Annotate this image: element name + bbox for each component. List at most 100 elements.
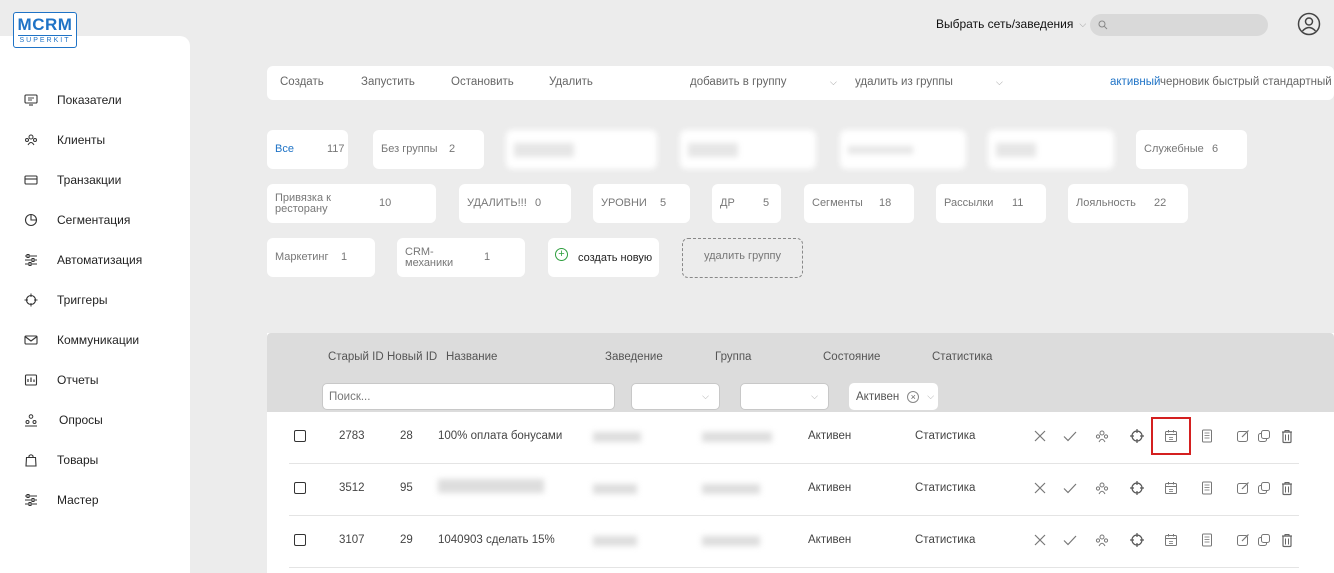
column-header-name[interactable]: Название (446, 351, 497, 363)
group-chip-loyalty[interactable]: Лояльность 22 (1068, 184, 1188, 223)
column-header-new-id[interactable]: Новый ID (387, 351, 437, 363)
create-button[interactable]: Создать (280, 76, 324, 88)
create-group-button[interactable]: + создать новую (548, 238, 659, 277)
add-to-group-select[interactable]: добавить в группу (690, 76, 787, 88)
calendar-icon[interactable] (1163, 532, 1179, 548)
table-row[interactable]: 3107 29 1040903 сделать 15% Активен Стат… (289, 516, 1299, 568)
sidebar-item-dashboard[interactable]: Показатели (24, 90, 122, 110)
cell-name[interactable]: 1040903 сделать 15% (438, 534, 555, 546)
group-chip-service[interactable]: Служебные 6 (1136, 130, 1247, 169)
edit-icon[interactable] (1235, 532, 1251, 548)
status-filter-others[interactable]: черновик быстрый стандартный (1160, 76, 1332, 88)
row-checkbox[interactable] (294, 534, 306, 546)
group-chip-hidden[interactable] (506, 130, 657, 169)
cell-name[interactable] (438, 479, 544, 493)
group-chip-crm-mechanics[interactable]: CRM-механики 1 (397, 238, 525, 277)
group-chip-hidden[interactable] (680, 130, 816, 169)
trash-icon[interactable] (1279, 480, 1295, 496)
crosshair-icon[interactable] (1129, 532, 1145, 548)
start-button[interactable]: Запустить (361, 76, 415, 88)
state-filter-select[interactable]: Активен × ⌵ (849, 383, 938, 410)
column-header-state[interactable]: Состояние (823, 351, 880, 363)
group-chip-birthday[interactable]: ДР 5 (712, 184, 781, 223)
sidebar-item-segmentation[interactable]: Сегментация (24, 210, 130, 230)
users-icon[interactable] (1094, 428, 1110, 444)
trash-icon[interactable] (1279, 532, 1295, 548)
group-chip-levels[interactable]: УРОВНИ 5 (593, 184, 690, 223)
stop-icon[interactable] (1032, 480, 1048, 496)
group-name (514, 142, 574, 157)
table-row[interactable]: 3512 95 Активен Статистика (289, 464, 1299, 516)
delete-button[interactable]: Удалить (549, 76, 593, 88)
stop-button[interactable]: Остановить (451, 76, 514, 88)
sidebar-item-automation[interactable]: Автоматизация (24, 250, 142, 270)
sidebar-item-label: Отчеты (57, 373, 99, 387)
group-name: Сегменты (812, 197, 863, 209)
group-count: 1 (341, 251, 348, 263)
group-chip-all[interactable]: Все 117 (267, 130, 348, 169)
crosshair-icon[interactable] (1129, 428, 1145, 444)
edit-icon[interactable] (1235, 428, 1251, 444)
status-filter-active[interactable]: активный (1110, 76, 1160, 88)
users-icon[interactable] (1094, 532, 1110, 548)
remove-from-group-select[interactable]: удалить из группы (855, 76, 953, 88)
group-name: ДР (720, 197, 735, 209)
cell-new-id: 95 (400, 482, 413, 494)
cell-stats-link[interactable]: Статистика (915, 534, 975, 546)
stop-icon[interactable] (1032, 428, 1048, 444)
group-filter-select[interactable]: ⌵ (740, 383, 829, 410)
sidebar-item-clients[interactable]: Клиенты (24, 130, 105, 150)
check-icon[interactable] (1062, 428, 1078, 444)
table-search-input[interactable]: Поиск... (322, 383, 615, 410)
sidebar-item-wizard[interactable]: Мастер (24, 490, 99, 510)
sidebar-item-reports[interactable]: Отчеты (24, 370, 98, 390)
row-checkbox[interactable] (294, 482, 306, 494)
copy-icon[interactable] (1256, 532, 1272, 548)
group-chip-hidden[interactable] (840, 130, 966, 169)
column-header-group[interactable]: Группа (715, 351, 751, 363)
group-chip-restaurant-binding[interactable]: Привязка к ресторану 10 (267, 184, 436, 223)
cell-stats-link[interactable]: Статистика (915, 482, 975, 494)
group-chip-hidden[interactable] (988, 130, 1114, 169)
check-icon[interactable] (1062, 532, 1078, 548)
user-avatar-icon[interactable] (1297, 12, 1321, 36)
sidebar-item-surveys[interactable]: Опросы (24, 410, 103, 430)
table-row[interactable]: 2783 28 100% оплата бонусами Активен Ста… (289, 412, 1299, 464)
sidebar-item-transactions[interactable]: Транзакции (24, 170, 121, 190)
column-header-venue[interactable]: Заведение (605, 351, 663, 363)
crosshair-icon[interactable] (1129, 480, 1145, 496)
group-chip-delete[interactable]: УДАЛИТЬ!!! 0 (459, 184, 571, 223)
calendar-icon[interactable] (1163, 480, 1179, 496)
document-icon[interactable] (1199, 480, 1215, 496)
row-checkbox[interactable] (294, 430, 306, 442)
venue-filter-select[interactable]: ⌵ (631, 383, 720, 410)
network-select[interactable]: Выбрать сеть/заведения ⌵ (936, 17, 1086, 31)
trash-icon[interactable] (1279, 428, 1295, 444)
edit-icon[interactable] (1235, 480, 1251, 496)
cell-name[interactable]: 100% оплата бонусами (438, 430, 562, 442)
clear-icon[interactable]: × (907, 390, 920, 403)
group-chip-segments[interactable]: Сегменты 18 (804, 184, 914, 223)
users-icon[interactable] (1094, 480, 1110, 496)
document-icon[interactable] (1199, 532, 1215, 548)
check-icon[interactable] (1062, 480, 1078, 496)
sidebar: Показатели Клиенты Транзакции Сегментаци… (0, 36, 190, 573)
stop-icon[interactable] (1032, 532, 1048, 548)
column-header-stats[interactable]: Статистика (932, 351, 992, 363)
cell-venue (593, 484, 637, 494)
global-search-input[interactable] (1090, 14, 1268, 36)
column-header-old-id[interactable]: Старый ID (328, 351, 384, 363)
group-chip-marketing[interactable]: Маркетинг 1 (267, 238, 375, 277)
sidebar-item-triggers[interactable]: Триггеры (24, 290, 108, 310)
delete-group-button[interactable]: удалить группу (682, 238, 803, 278)
cell-stats-link[interactable]: Статистика (915, 430, 975, 442)
logo[interactable]: MCRM SUPERKIT (13, 12, 77, 48)
create-group-label: создать новую (578, 251, 653, 264)
group-chip-mailings[interactable]: Рассылки 11 (936, 184, 1046, 223)
copy-icon[interactable] (1256, 428, 1272, 444)
group-chip-no-group[interactable]: Без группы 2 (373, 130, 484, 169)
document-icon[interactable] (1199, 428, 1215, 444)
sidebar-item-communications[interactable]: Коммуникации (24, 330, 139, 350)
sidebar-item-products[interactable]: Товары (24, 450, 98, 470)
copy-icon[interactable] (1256, 480, 1272, 496)
